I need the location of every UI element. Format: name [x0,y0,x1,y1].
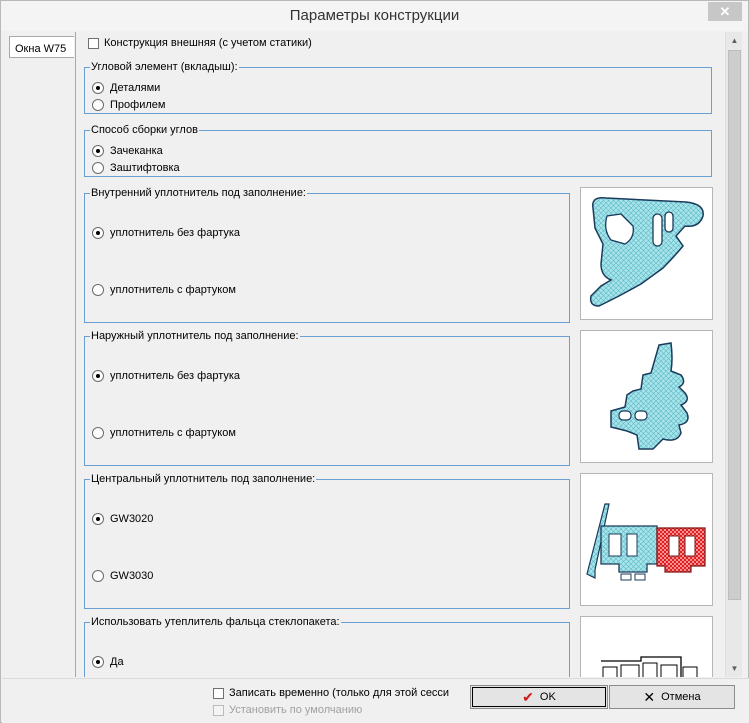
radio-button[interactable] [92,162,104,174]
radio-button[interactable] [92,656,104,668]
group-legend: Использовать утеплитель фальца стеклопак… [90,616,341,628]
central-seal-profile-drawing [586,503,706,581]
radio-button[interactable] [92,513,104,525]
ok-label: OK [539,691,556,703]
checkbox-box [213,704,224,716]
radio-button[interactable] [92,227,104,239]
radio-label: Профилем [110,99,166,111]
radio-label: Зачеканка [110,145,163,157]
external-construction-checkbox[interactable]: Конструкция внешняя (с учетом статики) [88,37,312,49]
radio-outer-seal-no-apron[interactable]: уплотнитель без фартука [92,370,240,382]
central-seal-image [580,473,713,606]
group-corner-element: Угловой элемент (вкладыш): Деталями Проф… [84,61,712,114]
radio-glazing-insulator-yes[interactable]: Да [92,656,124,668]
glazing-insulator-drawing [601,656,698,677]
group-corner-assembly: Способ сборки углов Зачеканка Заштифтовк… [84,124,712,177]
close-button[interactable]: ✕ [708,2,742,21]
radio-inner-seal-with-apron[interactable]: уплотнитель с фартуком [92,284,236,296]
arrow-up-icon[interactable]: ▲ [726,32,743,49]
radio-button[interactable] [92,145,104,157]
group-legend: Внутренний уплотнитель под заполнение: [90,187,307,199]
outer-seal-profile-drawing [610,342,689,450]
inner-seal-image [580,187,713,320]
checkbox-box[interactable] [88,37,99,49]
checkbox-label: Конструкция внешняя (с учетом статики) [104,37,312,49]
tab-label: Окна W75 [15,43,67,55]
radio-outer-seal-with-apron[interactable]: уплотнитель с фартуком [92,427,236,439]
ok-button[interactable]: ✔ OK [470,685,608,709]
radio-label: уплотнитель с фартуком [110,427,236,439]
close-icon[interactable]: ✕ [720,4,731,19]
group-outer-seal: Наружный уплотнитель под заполнение: упл… [84,330,570,466]
radio-label: уплотнитель с фартуком [110,284,236,296]
cancel-button[interactable]: ✕ Отмена [609,685,735,709]
title-bar[interactable]: Параметры конструкции ✕ [1,1,748,31]
checkmark-icon: ✔ [522,688,534,705]
group-central-seal: Центральный уплотнитель под заполнение: … [84,473,570,609]
tab-windows-w75[interactable]: Окна W75 [9,36,74,58]
group-inner-seal: Внутренний уплотнитель под заполнение: у… [84,187,570,323]
radio-central-gw3020[interactable]: GW3020 [92,513,153,525]
dialog-window: Параметры конструкции ✕ Окна W75 Констру… [0,0,749,723]
group-legend: Угловой элемент (вкладыш): [90,61,239,73]
x-icon: ✕ [643,688,656,705]
arrow-down-icon[interactable]: ▼ [726,660,743,677]
group-legend: Способ сборки углов [90,124,199,136]
group-legend: Центральный уплотнитель под заполнение: [90,473,317,485]
set-default-checkbox: Установить по умолчанию [213,704,362,716]
radio-corner-profile[interactable]: Профилем [92,99,165,111]
checkbox-box[interactable] [213,687,224,699]
radio-button[interactable] [92,570,104,582]
radio-assembly-pinning[interactable]: Заштифтовка [92,162,180,174]
radio-corner-details[interactable]: Деталями [92,82,160,94]
radio-button[interactable] [92,82,104,94]
scroll-thumb[interactable] [728,50,741,600]
radio-label: Деталями [110,82,161,94]
checkbox-label: Установить по умолчанию [229,704,363,716]
save-temporarily-checkbox[interactable]: Записать временно (только для этой сесси [213,687,449,699]
radio-label: Заштифтовка [110,162,180,174]
radio-label: GW3030 [110,570,154,582]
radio-label: уплотнитель без фартука [110,227,241,239]
parameters-panel: Конструкция внешняя (с учетом статики) У… [75,32,725,677]
radio-inner-seal-no-apron[interactable]: уплотнитель без фартука [92,227,240,239]
outer-seal-image [580,330,713,463]
radio-label: Да [110,656,124,668]
cancel-label: Отмена [661,691,701,703]
radio-button[interactable] [92,99,104,111]
radio-assembly-caulking[interactable]: Зачеканка [92,145,163,157]
glazing-insulator-image [580,616,713,677]
group-glazing-insulator: Использовать утеплитель фальца стеклопак… [84,616,570,677]
window-title: Параметры конструкции [289,7,460,24]
footer-bar: Записать временно (только для этой сесси… [2,678,749,723]
radio-button[interactable] [92,427,104,439]
radio-central-gw3030[interactable]: GW3030 [92,570,153,582]
radio-button[interactable] [92,370,104,382]
group-legend: Наружный уплотнитель под заполнение: [90,330,300,342]
radio-label: GW3020 [110,513,154,525]
checkbox-label: Записать временно (только для этой сесси [229,687,450,699]
inner-seal-profile-drawing [589,196,704,307]
radio-label: уплотнитель без фартука [110,370,241,382]
vertical-scrollbar[interactable]: ▲ ▼ [725,32,742,677]
radio-button[interactable] [92,284,104,296]
